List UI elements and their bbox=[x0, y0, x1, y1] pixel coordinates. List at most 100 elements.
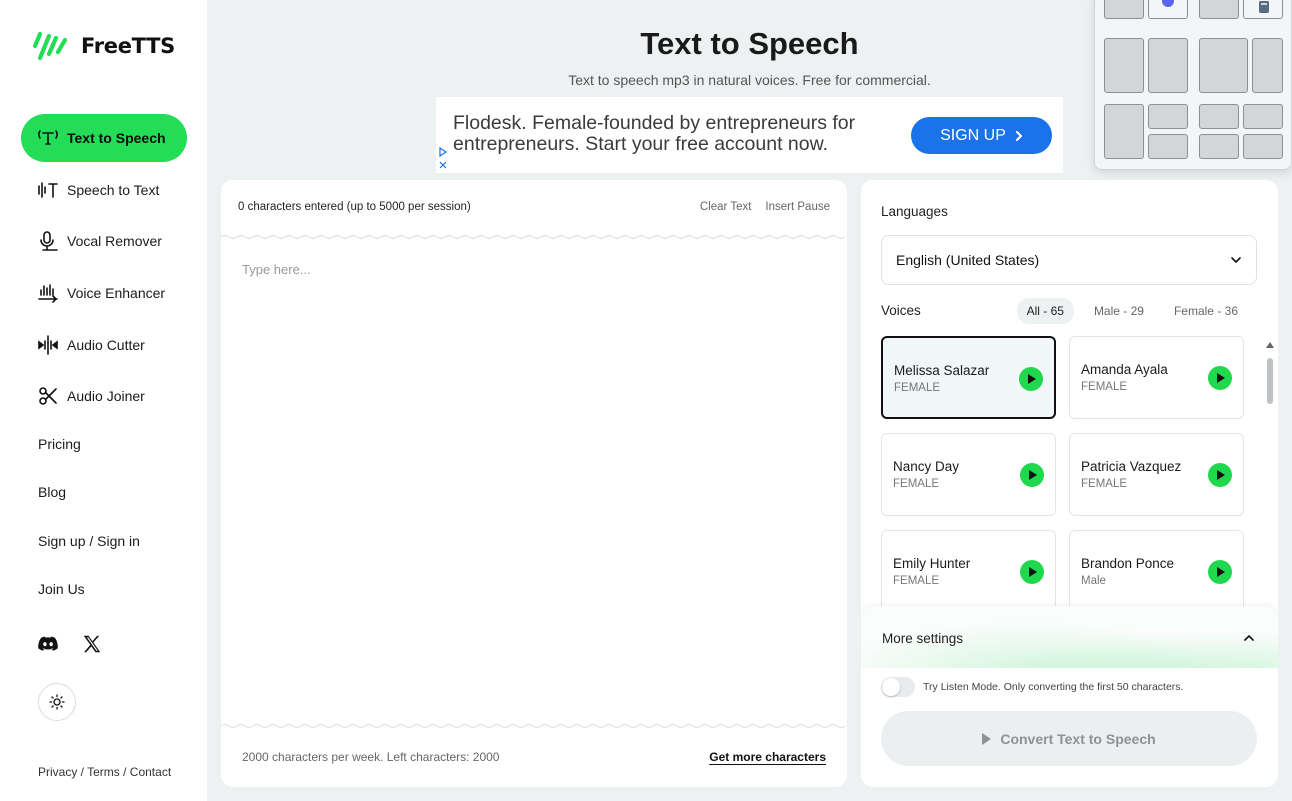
sidebar-links: Pricing Blog Sign up / Sign in Join Us bbox=[38, 436, 140, 630]
snap-zone[interactable] bbox=[1148, 38, 1188, 93]
voice-card[interactable]: Emily Hunter FEMALE bbox=[881, 530, 1056, 613]
get-more-characters-link[interactable]: Get more characters bbox=[709, 750, 826, 764]
listen-mode-row: Try Listen Mode. Only converting the fir… bbox=[881, 677, 1183, 697]
text-input[interactable] bbox=[242, 262, 826, 722]
voice-card[interactable]: Brandon Ponce Male bbox=[1069, 530, 1244, 613]
snap-zone[interactable] bbox=[1104, 38, 1144, 93]
snap-zone[interactable] bbox=[1148, 104, 1188, 129]
voice-enhancer-icon bbox=[38, 284, 58, 303]
voice-list-scrollbar[interactable] bbox=[1266, 342, 1274, 602]
voice-name: Brandon Ponce bbox=[1081, 556, 1175, 571]
listen-mode-label: Try Listen Mode. Only converting the fir… bbox=[923, 681, 1184, 693]
snap-zone[interactable] bbox=[1148, 0, 1188, 19]
sidebar-item-audio-joiner[interactable]: Audio Joiner bbox=[21, 372, 187, 420]
filter-female[interactable]: Female - 36 bbox=[1164, 298, 1248, 324]
sign-in-link[interactable]: Sign up / Sign in bbox=[38, 533, 140, 581]
social-links bbox=[37, 633, 103, 655]
snap-zone[interactable] bbox=[1243, 134, 1283, 159]
snap-zone[interactable] bbox=[1243, 104, 1283, 129]
voice-gender: FEMALE bbox=[893, 478, 940, 490]
play-icon[interactable] bbox=[1208, 560, 1232, 584]
clear-text-button[interactable]: Clear Text bbox=[700, 201, 752, 213]
theme-toggle-button[interactable] bbox=[38, 683, 76, 721]
voice-filters: All - 65 Male - 29 Female - 36 bbox=[1016, 298, 1248, 324]
x-twitter-icon[interactable] bbox=[81, 633, 103, 655]
ad-text: Flodesk. Female-founded by entrepreneurs… bbox=[453, 112, 856, 155]
play-icon[interactable] bbox=[1020, 463, 1044, 487]
snap-zone[interactable] bbox=[1199, 104, 1239, 129]
languages-label: Languages bbox=[881, 204, 948, 219]
audio-cutter-icon bbox=[38, 334, 58, 355]
sidebar-item-voice-enhancer[interactable]: Voice Enhancer bbox=[21, 269, 187, 317]
snap-zone[interactable] bbox=[1199, 134, 1239, 159]
text-to-speech-icon bbox=[38, 130, 58, 145]
scrollbar-thumb[interactable] bbox=[1267, 358, 1273, 404]
snap-zone[interactable] bbox=[1104, 0, 1144, 19]
ad-signup-label: SIGN UP bbox=[940, 126, 1006, 144]
sidebar-item-label: Text to Speech bbox=[67, 130, 166, 146]
snap-zone[interactable] bbox=[1243, 0, 1283, 19]
voice-name: Patricia Vazquez bbox=[1081, 459, 1182, 474]
chevron-right-icon bbox=[1015, 130, 1023, 141]
convert-label: Convert Text to Speech bbox=[1000, 730, 1156, 747]
convert-button[interactable]: Convert Text to Speech bbox=[881, 711, 1257, 766]
voice-card[interactable]: Melissa Salazar FEMALE bbox=[881, 336, 1056, 419]
sidebar-item-audio-cutter[interactable]: Audio Cutter bbox=[21, 321, 187, 369]
chevron-up-icon bbox=[1244, 634, 1254, 641]
sidebar-item-label: Vocal Remover bbox=[67, 233, 162, 250]
scissors-icon bbox=[39, 387, 57, 406]
language-select[interactable]: English (United States) bbox=[881, 235, 1257, 285]
ad-signup-button[interactable]: SIGN UP bbox=[911, 117, 1052, 154]
filter-all[interactable]: All - 65 bbox=[1016, 298, 1074, 324]
snap-zone[interactable] bbox=[1199, 38, 1248, 93]
voice-gender: FEMALE bbox=[893, 575, 940, 587]
more-settings-label: More settings bbox=[882, 631, 964, 646]
voices-label: Voices bbox=[881, 303, 921, 318]
voice-card[interactable]: Amanda Ayala FEMALE bbox=[1069, 336, 1244, 419]
sidebar-item-label: Audio Joiner bbox=[67, 388, 145, 405]
voice-card[interactable]: Patricia Vazquez FEMALE bbox=[1069, 433, 1244, 516]
logo-mark-icon bbox=[32, 31, 68, 61]
insert-pause-button[interactable]: Insert Pause bbox=[765, 201, 830, 213]
join-us-link[interactable]: Join Us bbox=[38, 581, 140, 629]
footer-links[interactable]: Privacy / Terms / Contact bbox=[38, 765, 171, 779]
filter-male[interactable]: Male - 29 bbox=[1084, 298, 1154, 324]
play-icon[interactable] bbox=[1019, 367, 1043, 391]
discord-icon[interactable] bbox=[37, 633, 59, 655]
voice-settings-panel: Languages English (United States) Voices… bbox=[861, 180, 1278, 787]
voice-name: Melissa Salazar bbox=[894, 363, 990, 378]
snap-zone[interactable] bbox=[1252, 38, 1283, 93]
app-icon bbox=[1162, 0, 1174, 7]
divider bbox=[221, 723, 846, 729]
sidebar-item-speech-to-text[interactable]: Speech to Text bbox=[21, 166, 187, 214]
listen-mode-toggle[interactable] bbox=[881, 677, 915, 697]
voice-name: Amanda Ayala bbox=[1081, 362, 1168, 377]
play-icon[interactable] bbox=[1020, 560, 1044, 584]
sidebar-item-label: Voice Enhancer bbox=[67, 285, 166, 302]
scroll-up-arrow-icon[interactable] bbox=[1266, 342, 1274, 348]
pricing-link[interactable]: Pricing bbox=[38, 436, 140, 484]
ad-choices-icon[interactable] bbox=[438, 146, 448, 172]
sidebar-item-label: Audio Cutter bbox=[67, 336, 145, 353]
sidebar-nav: Text to Speech Speech to Text Vocal Remo… bbox=[21, 114, 187, 424]
speech-to-text-icon bbox=[38, 181, 58, 198]
snap-zone[interactable] bbox=[1104, 104, 1144, 159]
more-settings-toggle[interactable]: More settings bbox=[861, 606, 1278, 668]
logo[interactable]: FreeTTS bbox=[31, 30, 175, 62]
sidebar-item-text-to-speech[interactable]: Text to Speech bbox=[21, 114, 187, 162]
sidebar-item-vocal-remover[interactable]: Vocal Remover bbox=[21, 217, 187, 265]
snap-zone[interactable] bbox=[1199, 0, 1239, 19]
voice-gender: FEMALE bbox=[1081, 381, 1128, 393]
snap-zone[interactable] bbox=[1148, 134, 1188, 159]
character-counter: 0 characters entered (up to 5000 per ses… bbox=[238, 201, 471, 213]
sidebar: FreeTTS Text to Speech Speech to Text Vo… bbox=[0, 0, 207, 801]
voice-card[interactable]: Nancy Day FEMALE bbox=[881, 433, 1056, 516]
brand-name: FreeTTS bbox=[81, 34, 175, 58]
ad-banner[interactable]: Flodesk. Female-founded by entrepreneurs… bbox=[436, 97, 1063, 173]
microphone-icon bbox=[40, 231, 58, 252]
blog-link[interactable]: Blog bbox=[38, 484, 140, 532]
play-icon[interactable] bbox=[1208, 366, 1232, 390]
play-icon[interactable] bbox=[1208, 463, 1232, 487]
divider bbox=[221, 234, 846, 240]
editor-actions: Clear Text Insert Pause bbox=[700, 201, 830, 213]
